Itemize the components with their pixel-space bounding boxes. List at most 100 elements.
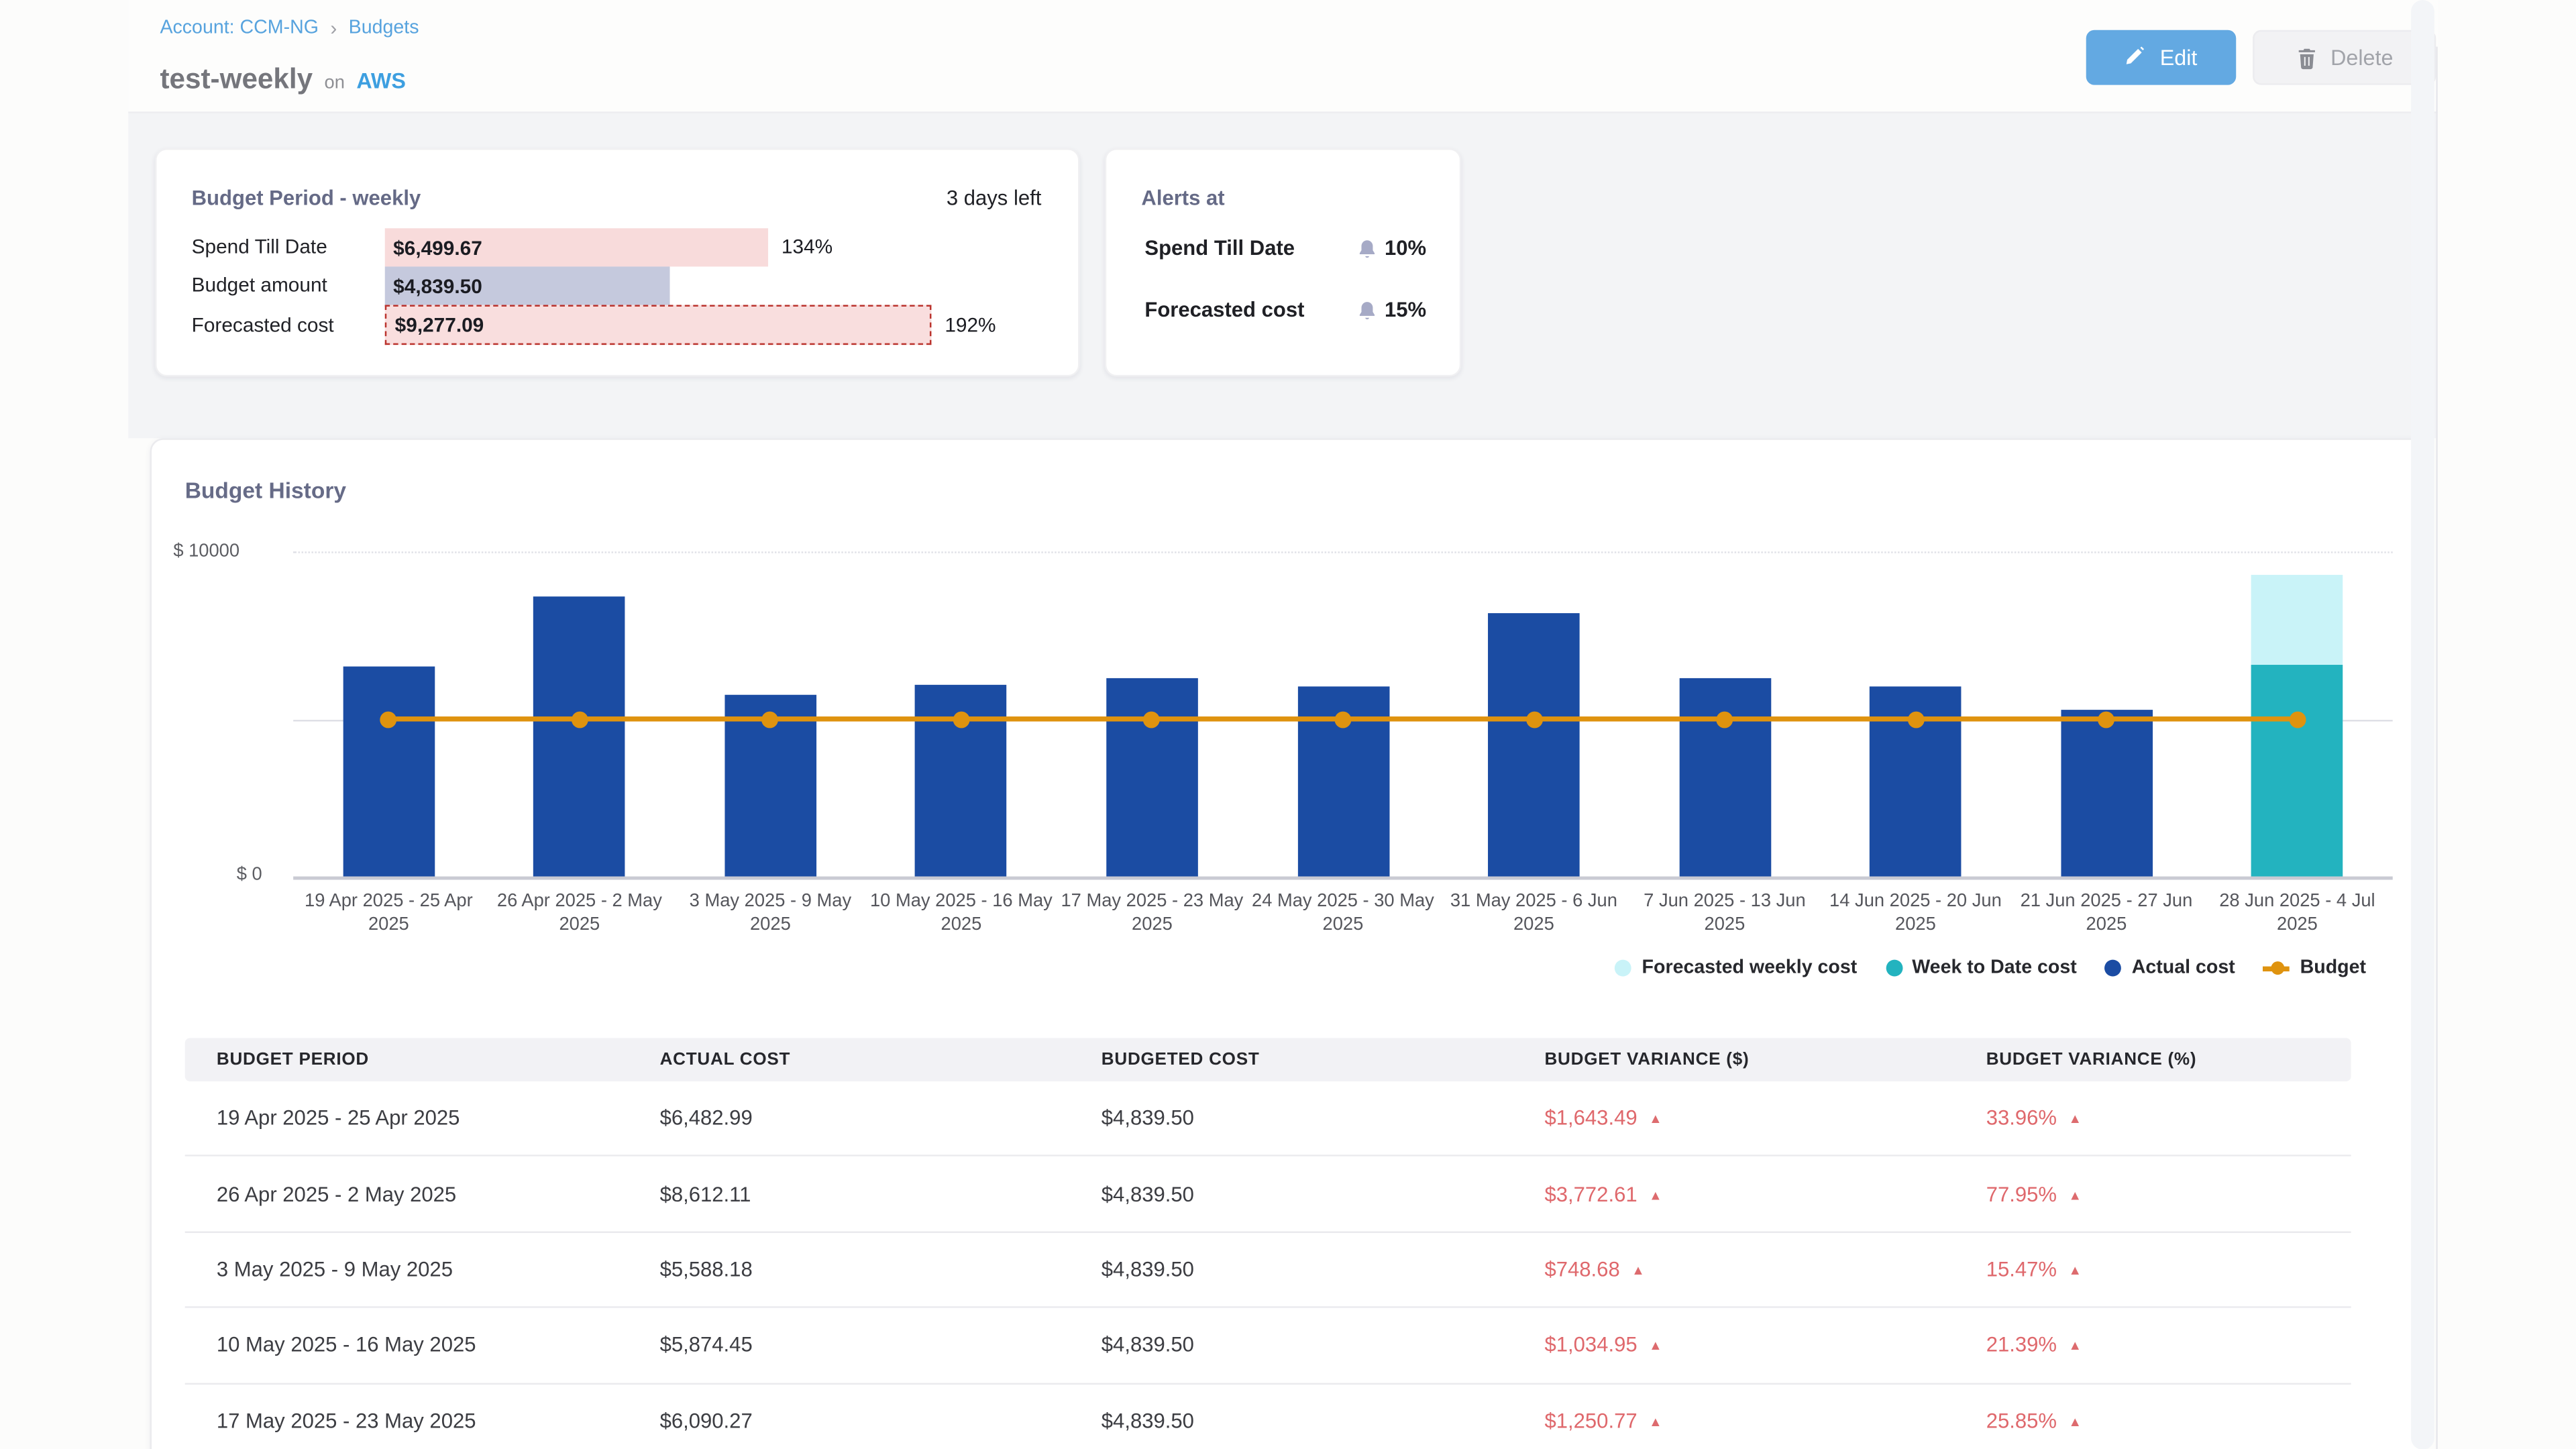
cell-variance-usd: $1,643.49▲ <box>1513 1107 1954 1130</box>
spend-till-date-percent: 134% <box>782 235 833 258</box>
edit-button[interactable]: Edit <box>2086 30 2237 85</box>
cell-variance-pct: 21.39%▲ <box>1954 1334 2351 1357</box>
budget-point[interactable] <box>571 711 588 728</box>
legend-item[interactable]: Actual cost <box>2105 958 2235 978</box>
legend-item[interactable]: Budget <box>2263 958 2366 978</box>
budget-point[interactable] <box>2289 711 2306 728</box>
actual-cost-bar[interactable] <box>1106 679 1198 877</box>
budget-amount-label: Budget amount <box>192 266 378 305</box>
cell-budget-period: 3 May 2025 - 9 May 2025 <box>185 1258 629 1281</box>
budget-history-table: BUDGET PERIODACTUAL COSTBUDGETED COSTBUD… <box>185 1038 2351 1449</box>
cell-variance-pct: 15.47%▲ <box>1954 1258 2351 1281</box>
cell-budgeted-cost: $4,839.50 <box>1070 1334 1513 1357</box>
table-row: 17 May 2025 - 23 May 2025$6,090.27$4,839… <box>185 1384 2351 1449</box>
budget-point[interactable] <box>953 711 970 728</box>
budget-period-card-title: Budget Period - weekly <box>192 186 421 210</box>
edit-button-label: Edit <box>2160 45 2198 70</box>
bell-icon <box>1356 237 1378 259</box>
actual-cost-bar[interactable] <box>343 666 435 877</box>
gridline-top <box>293 551 2393 553</box>
page-scrollbar[interactable] <box>2411 0 2434 1449</box>
budget-line-marker <box>2263 965 2290 970</box>
actual-cost-bar[interactable] <box>1679 678 1771 876</box>
cell-actual-cost: $6,090.27 <box>628 1409 1069 1433</box>
actual-cost-bar[interactable] <box>1488 613 1580 876</box>
bell-icon <box>1356 299 1378 321</box>
alert-forecast-percent: 15% <box>1385 299 1426 322</box>
budget-history-card: Budget History $ 10000 $ 0 Forecasted we… <box>150 438 2424 1449</box>
budget-period-card: Budget Period - weekly 3 days left Spend… <box>155 148 1080 376</box>
cell-budgeted-cost: $4,839.50 <box>1070 1409 1513 1433</box>
pencil-icon <box>2125 47 2147 68</box>
legend-swatch <box>1615 960 1632 977</box>
x-axis-label: 28 Jun 2025 - 4 Jul 2025 <box>2204 890 2390 937</box>
x-axis-label: 26 Apr 2025 - 2 May 2025 <box>486 890 673 937</box>
table-row: 3 May 2025 - 9 May 2025$5,588.18$4,839.5… <box>185 1232 2351 1308</box>
cell-variance-usd: $748.68▲ <box>1513 1258 1954 1281</box>
title-row: test-weekly on AWS <box>160 63 405 97</box>
cell-variance-usd: $1,250.77▲ <box>1513 1409 1954 1433</box>
budget-amount-value: $4,839.50 <box>385 274 482 298</box>
actual-cost-bar[interactable] <box>2061 709 2153 876</box>
x-axis-label: 14 Jun 2025 - 20 Jun 2025 <box>1822 890 2008 937</box>
forecasted-cost-label: Forecasted cost <box>192 305 378 345</box>
actual-cost-bar[interactable] <box>534 596 626 876</box>
cell-budget-period: 26 Apr 2025 - 2 May 2025 <box>185 1182 629 1205</box>
variance-up-icon: ▲ <box>2068 1414 2082 1429</box>
variance-up-icon: ▲ <box>2068 1112 2082 1126</box>
budget-amount-bar: $4,839.50 <box>385 266 670 305</box>
table-row: 26 Apr 2025 - 2 May 2025$8,612.11$4,839.… <box>185 1157 2351 1233</box>
breadcrumb: Account: CCM-NG › Budgets <box>160 17 419 40</box>
cell-budget-period: 10 May 2025 - 16 May 2025 <box>185 1334 629 1357</box>
cell-variance-pct: 25.85%▲ <box>1954 1409 2351 1433</box>
budget-point[interactable] <box>1717 711 1733 728</box>
variance-up-icon: ▲ <box>1649 1112 1662 1126</box>
breadcrumb-budgets-link[interactable]: Budgets <box>349 18 419 38</box>
forecasted-cost-percent: 192% <box>945 313 996 337</box>
column-header: BUDGET VARIANCE (%) <box>1954 1050 2351 1070</box>
legend-item[interactable]: Week to Date cost <box>1885 958 2076 978</box>
cloud-provider-label: AWS <box>356 68 406 93</box>
y-axis-tick-zero: $ 0 <box>237 865 262 885</box>
week-to-date-cost-bar[interactable] <box>2251 665 2343 877</box>
table-row: 19 Apr 2025 - 25 Apr 2025$6,482.99$4,839… <box>185 1081 2351 1157</box>
cell-actual-cost: $5,874.45 <box>628 1334 1069 1357</box>
page-header: Account: CCM-NG › Budgets test-weekly on… <box>128 0 2438 111</box>
x-axis-label: 19 Apr 2025 - 25 Apr 2025 <box>295 890 482 937</box>
legend-swatch <box>1885 960 1902 977</box>
variance-up-icon: ▲ <box>2068 1263 2082 1278</box>
cell-actual-cost: $5,588.18 <box>628 1258 1069 1281</box>
delete-button[interactable]: Delete <box>2253 30 2436 85</box>
legend-label: Forecasted weekly cost <box>1642 958 1858 978</box>
chart-legend: Forecasted weekly cost Week to Date cost A… <box>1615 958 2366 978</box>
x-axis-label: 10 May 2025 - 16 May 2025 <box>868 890 1055 937</box>
x-axis-label: 7 Jun 2025 - 13 Jun 2025 <box>1631 890 1818 937</box>
trash-icon <box>2296 46 2317 69</box>
alerts-card: Alerts at Spend Till Date 10% Forecasted… <box>1105 148 1462 376</box>
budget-history-title: Budget History <box>185 478 346 503</box>
y-axis-tick-max: $ 10000 <box>173 541 239 561</box>
content-edge-divider <box>2436 47 2437 1449</box>
legend-swatch <box>2105 960 2122 977</box>
column-header: BUDGET PERIOD <box>185 1050 629 1070</box>
forecasted-cost-value: $9,277.09 <box>386 313 484 337</box>
cell-variance-pct: 33.96%▲ <box>1954 1107 2351 1130</box>
table-row: 10 May 2025 - 16 May 2025$5,874.45$4,839… <box>185 1308 2351 1384</box>
cell-budgeted-cost: $4,839.50 <box>1070 1182 1513 1205</box>
x-axis-label: 31 May 2025 - 6 Jun 2025 <box>1440 890 1627 937</box>
x-axis-line <box>293 876 2393 879</box>
x-axis-label: 21 Jun 2025 - 27 Jun 2025 <box>2013 890 2200 937</box>
spend-till-date-label: Spend Till Date <box>192 228 378 266</box>
breadcrumb-account-link[interactable]: Account: CCM-NG <box>160 18 319 38</box>
budget-point[interactable] <box>1907 711 1924 728</box>
alert-forecast-label: Forecasted cost <box>1144 299 1304 322</box>
chevron-right-icon: › <box>330 17 337 40</box>
cell-variance-pct: 77.95%▲ <box>1954 1182 2351 1205</box>
x-axis-label: 17 May 2025 - 23 May 2025 <box>1059 890 1245 937</box>
budget-point[interactable] <box>1335 711 1352 728</box>
budget-point[interactable] <box>1525 711 1542 728</box>
cell-variance-usd: $1,034.95▲ <box>1513 1334 1954 1357</box>
forecasted-cost-bar: $9,277.09 <box>385 305 932 345</box>
column-header: ACTUAL COST <box>628 1050 1069 1070</box>
legend-item[interactable]: Forecasted weekly cost <box>1615 958 1857 978</box>
